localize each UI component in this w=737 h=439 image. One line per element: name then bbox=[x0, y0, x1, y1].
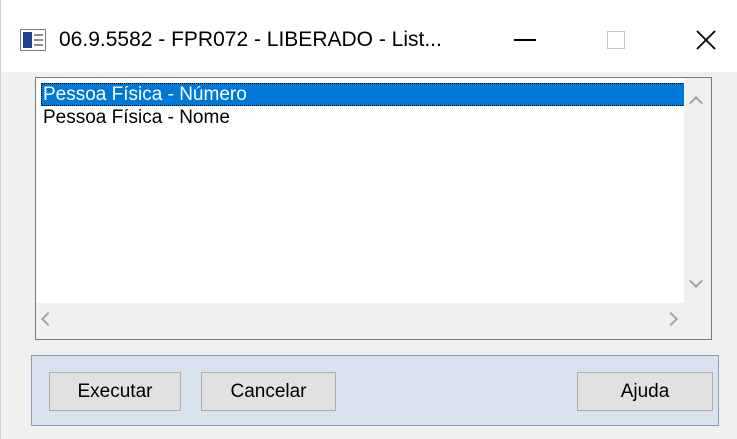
scroll-up-button[interactable] bbox=[688, 94, 704, 111]
scroll-down-button[interactable] bbox=[688, 273, 704, 289]
close-button[interactable] bbox=[676, 18, 736, 62]
chevron-down-icon bbox=[688, 273, 704, 289]
help-button[interactable]: Ajuda bbox=[577, 372, 713, 411]
chevron-right-icon bbox=[663, 311, 679, 327]
chevron-left-icon bbox=[40, 311, 56, 327]
scroll-corner bbox=[684, 303, 711, 339]
field-listbox[interactable]: Pessoa Física - Número Pessoa Física - N… bbox=[35, 77, 712, 340]
window-title: 06.9.5582 - FPR072 - LIBERADO - List... bbox=[59, 28, 442, 51]
close-icon bbox=[696, 30, 716, 50]
maximize-icon bbox=[607, 31, 625, 49]
list-item[interactable]: Pessoa Física - Número bbox=[41, 83, 685, 106]
app-icon bbox=[20, 29, 46, 51]
cancel-button[interactable]: Cancelar bbox=[201, 372, 336, 411]
dialog-window: 06.9.5582 - FPR072 - LIBERADO - List... … bbox=[0, 0, 737, 439]
list-items: Pessoa Física - Número Pessoa Física - N… bbox=[41, 83, 685, 129]
scroll-left-button[interactable] bbox=[40, 311, 56, 327]
maximize-button[interactable] bbox=[586, 18, 646, 62]
chevron-up-icon bbox=[688, 95, 704, 111]
list-item[interactable]: Pessoa Física - Nome bbox=[41, 106, 685, 129]
execute-button[interactable]: Executar bbox=[49, 372, 181, 411]
horizontal-scrollbar[interactable] bbox=[36, 303, 684, 339]
scroll-right-button[interactable] bbox=[663, 311, 679, 327]
title-bar[interactable]: 06.9.5582 - FPR072 - LIBERADO - List... bbox=[1, 0, 737, 72]
button-panel: Executar Cancelar Ajuda bbox=[31, 355, 719, 426]
minimize-icon bbox=[514, 39, 536, 41]
vertical-scrollbar[interactable] bbox=[684, 78, 711, 304]
minimize-button[interactable] bbox=[495, 18, 555, 62]
